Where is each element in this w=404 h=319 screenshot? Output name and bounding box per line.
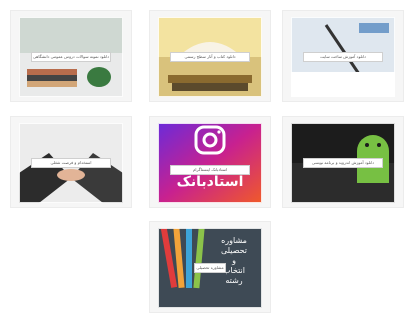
- thumbnail: دانلود کتاب و آثار سطح رسمی: [158, 17, 262, 97]
- card-caption: دانلود آموزش اندروید و برنامه نویسی: [303, 158, 383, 168]
- thumbnail: مشاوره تحصیلی و انتخاب رشته مشاوره تحصیل…: [158, 228, 262, 308]
- thumbnail: دانلود آموزش ساخت سایت: [291, 17, 395, 97]
- card-grid: دانلود آموزش ساخت سایت دانلود کتاب و آثا…: [0, 0, 404, 319]
- card-android[interactable]: دانلود آموزش اندروید و برنامه نویسی: [282, 116, 404, 208]
- card-caption: مشاوره تحصیلی: [194, 263, 226, 273]
- card-caption: دانلود کتاب و آثار سطح رسمی: [170, 52, 250, 62]
- card-caption: دانلود نمونه سوالات دروس عمومی دانشگاهی: [31, 52, 111, 62]
- thumbnail: استادبانک استادبانک اینستاگرام: [158, 123, 262, 203]
- thumbnail: دانلود آموزش اندروید و برنامه نویسی: [291, 123, 395, 203]
- card-books[interactable]: دانلود کتاب و آثار سطح رسمی: [149, 10, 271, 102]
- card-caption: استخدام و فرصت شغلی: [31, 158, 111, 168]
- card-caption: استادبانک اینستاگرام: [170, 165, 250, 175]
- card-instagram[interactable]: استادبانک استادبانک اینستاگرام: [149, 116, 271, 208]
- card-caption: دانلود آموزش ساخت سایت: [303, 52, 383, 62]
- card-exam-questions[interactable]: دانلود نمونه سوالات دروس عمومی دانشگاهی: [10, 10, 132, 102]
- thumbnail-frame: [158, 123, 262, 203]
- card-employment[interactable]: استخدام و فرصت شغلی: [10, 116, 132, 208]
- card-counseling[interactable]: مشاوره تحصیلی و انتخاب رشته مشاوره تحصیل…: [149, 221, 271, 313]
- card-website-tutorial[interactable]: دانلود آموزش ساخت سایت: [282, 10, 404, 102]
- thumbnail: دانلود نمونه سوالات دروس عمومی دانشگاهی: [19, 17, 123, 97]
- thumbnail: استخدام و فرصت شغلی: [19, 123, 123, 203]
